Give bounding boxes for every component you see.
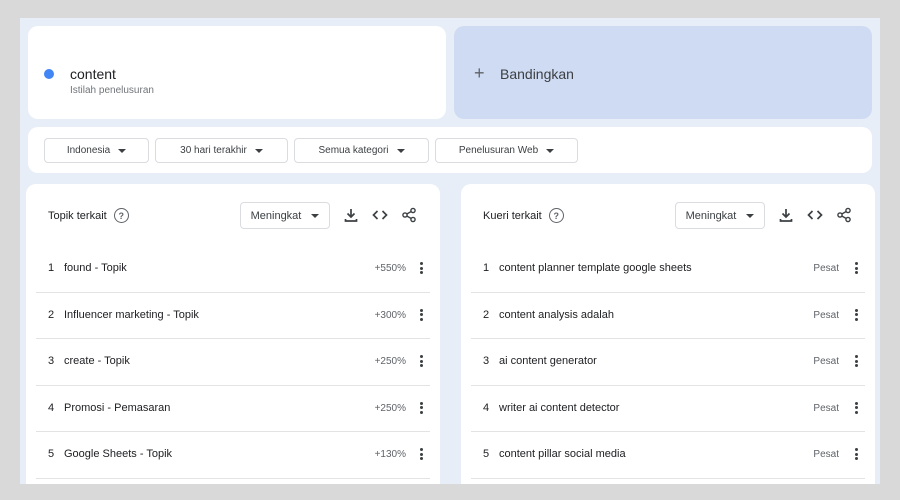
row-value: Pesat [813,449,839,460]
filter-time-range[interactable]: 30 hari terakhir [155,138,288,163]
row-label[interactable]: Promosi - Pemasaran [64,402,170,414]
list-item[interactable]: 4 Promosi - Pemasaran +250% [36,386,430,432]
download-icon[interactable] [778,207,794,223]
list-item[interactable]: 4 writer ai content detector Pesat [471,386,865,432]
row-value: Pesat [813,356,839,367]
more-vert-icon[interactable] [416,446,426,462]
caret-down-icon [254,148,263,153]
row-value: Pesat [813,309,839,321]
panel-title-label: Kueri terkait [483,209,542,222]
row-value: +130% [374,449,406,460]
row-rank: 4 [483,401,490,414]
row-label[interactable]: content pillar social media [499,448,626,460]
list-item[interactable]: 2 Influencer marketing - Topik +300% [36,293,430,339]
row-label[interactable]: writer ai content detector [499,402,619,414]
row-label[interactable]: found - Topik [64,262,127,274]
row-value: +300% [374,309,406,321]
search-term-subtitle: Istilah penelusuran [70,85,154,96]
embed-icon[interactable] [807,207,823,223]
row-value: +250% [374,356,406,367]
plus-icon: + [474,63,485,83]
row-label[interactable]: ai content generator [499,355,597,367]
list-item[interactable]: 5 Google Sheets - Topik +130% [36,432,430,479]
row-value: +250% [374,402,406,414]
row-rank: 1 [48,262,55,274]
search-term-card[interactable]: content Istilah penelusuran [28,26,446,119]
sort-select[interactable]: Meningkat [675,202,765,229]
sort-select-label: Meningkat [250,209,302,222]
filter-time-range-label: 30 hari terakhir [180,145,247,156]
download-icon[interactable] [343,207,359,223]
row-value: Pesat [813,263,839,274]
row-label[interactable]: content planner template google sheets [499,262,692,274]
list-item[interactable]: 1 found - Topik +550% [36,246,430,293]
panel-title: Topik terkait ? [48,208,129,223]
panel-title-label: Topik terkait [48,209,107,222]
row-rank: 2 [48,308,55,321]
filter-region-label: Indonesia [66,145,111,156]
related-topics-panel: Topik terkait ? Meningkat 1 found - Topi… [26,184,440,484]
more-vert-icon[interactable] [851,400,861,416]
term-color-dot [44,69,54,79]
row-rank: 2 [483,308,490,321]
caret-down-icon [396,148,405,153]
row-label[interactable]: create - Topik [64,355,130,367]
trends-explore-frame: content Istilah penelusuran + Bandingkan… [20,18,880,484]
more-vert-icon[interactable] [851,307,861,323]
more-vert-icon[interactable] [416,353,426,369]
caret-down-icon [311,213,320,218]
filter-region[interactable]: Indonesia [44,138,149,163]
row-rank: 5 [48,448,55,460]
list-item[interactable]: 3 ai content generator Pesat [471,339,865,386]
row-label[interactable]: content analysis adalah [499,309,614,321]
compare-button[interactable]: + Bandingkan [454,26,872,119]
row-label[interactable]: Google Sheets - Topik [64,448,172,460]
more-vert-icon[interactable] [416,260,426,276]
list-item[interactable]: 1 content planner template google sheets… [471,246,865,293]
related-queries-panel: Kueri terkait ? Meningkat 1 content plan… [461,184,875,484]
more-vert-icon[interactable] [416,307,426,323]
row-rank: 3 [483,355,490,367]
list-item[interactable]: 3 create - Topik +250% [36,339,430,386]
related-queries-list: 1 content planner template google sheets… [471,246,865,479]
help-icon[interactable]: ? [548,208,564,223]
row-value: +550% [374,263,406,274]
more-vert-icon[interactable] [851,446,861,462]
more-vert-icon[interactable] [416,400,426,416]
list-item[interactable]: 5 content pillar social media Pesat [471,432,865,479]
share-icon[interactable] [401,207,417,223]
search-term-name[interactable]: content [70,66,116,82]
filter-bar: Indonesia 30 hari terakhir Semua kategor… [28,127,872,173]
row-value: Pesat [813,402,839,414]
filter-category-label: Semua kategori [318,145,389,156]
sort-select-label: Meningkat [685,209,737,222]
row-label[interactable]: Influencer marketing - Topik [64,309,199,321]
related-topics-list: 1 found - Topik +550% 2 Influencer marke… [36,246,430,479]
row-rank: 5 [483,448,490,460]
help-icon[interactable]: ? [113,208,129,223]
row-rank: 1 [483,262,490,274]
filter-search-type-label: Penelusuran Web [458,145,539,156]
compare-label: Bandingkan [500,66,574,82]
more-vert-icon[interactable] [851,353,861,369]
caret-down-icon [546,148,555,153]
sort-select[interactable]: Meningkat [240,202,330,229]
share-icon[interactable] [836,207,852,223]
list-item[interactable]: 2 content analysis adalah Pesat [471,293,865,339]
more-vert-icon[interactable] [851,260,861,276]
caret-down-icon [118,148,127,153]
row-rank: 4 [48,401,55,414]
caret-down-icon [746,213,755,218]
embed-icon[interactable] [372,207,388,223]
filter-search-type[interactable]: Penelusuran Web [435,138,578,163]
filter-category[interactable]: Semua kategori [294,138,429,163]
row-rank: 3 [48,355,55,367]
panel-title: Kueri terkait ? [483,208,564,223]
